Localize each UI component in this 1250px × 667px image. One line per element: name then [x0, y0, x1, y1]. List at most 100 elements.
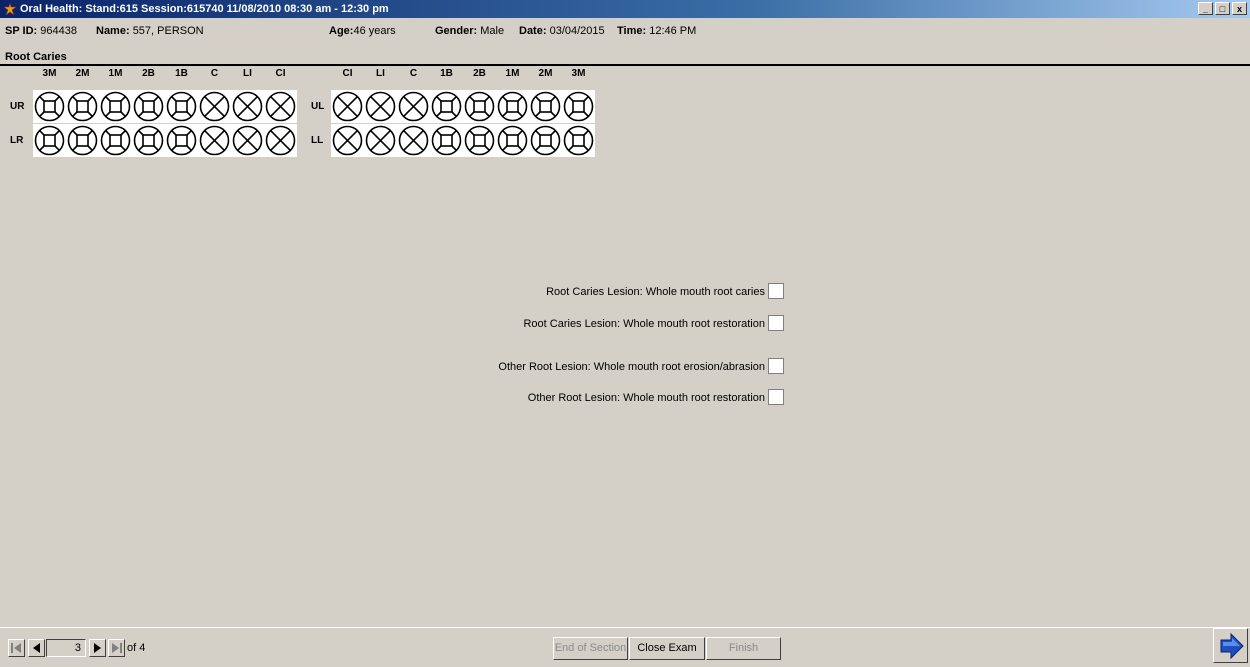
- missing-tooth-icon: [398, 91, 429, 122]
- tooth-ll-ci[interactable]: [331, 124, 364, 157]
- other-root-restoration-checkbox[interactable]: [768, 389, 784, 405]
- close-window-button[interactable]: x: [1232, 2, 1247, 15]
- last-page-icon: [112, 643, 122, 653]
- tooth-surface-icon: [530, 125, 561, 156]
- tooth-ul-c[interactable]: [397, 90, 430, 123]
- tooth-column-header: 1B: [440, 68, 453, 79]
- tooth-column-header: 1M: [505, 68, 520, 79]
- minimize-button[interactable]: _: [1198, 2, 1213, 15]
- whole-mouth-root-caries-label: Root Caries Lesion: Whole mouth root car…: [546, 286, 765, 298]
- tooth-ul-li[interactable]: [364, 90, 397, 123]
- tooth-surface-icon: [67, 125, 98, 156]
- tooth-column-header: 3M: [571, 68, 586, 79]
- participant-info-bar: SP ID: 964438 Name: 557, PERSON Age:46 y…: [0, 21, 1250, 41]
- window-title-bar: Oral Health: Stand:615 Session:615740 11…: [0, 0, 1250, 18]
- tooth-lr-ci[interactable]: [264, 124, 297, 157]
- tooth-surface-icon: [34, 125, 65, 156]
- tooth-lr-1m[interactable]: [99, 124, 132, 157]
- close-exam-button[interactable]: Close Exam: [629, 637, 705, 660]
- next-section-button[interactable]: [1213, 628, 1248, 663]
- tooth-ll-li[interactable]: [364, 124, 397, 157]
- tooth-ur-1m[interactable]: [99, 90, 132, 123]
- tooth-ul-1b[interactable]: [430, 90, 463, 123]
- tooth-surface-icon: [133, 125, 164, 156]
- tooth-lr-2m[interactable]: [66, 124, 99, 157]
- first-page-button[interactable]: [8, 639, 25, 657]
- tooth-ur-li[interactable]: [231, 90, 264, 123]
- tooth-ll-3m[interactable]: [562, 124, 595, 157]
- last-page-button[interactable]: [108, 639, 125, 657]
- maximize-button[interactable]: □: [1215, 2, 1230, 15]
- tooth-ur-ci[interactable]: [264, 90, 297, 123]
- next-page-button[interactable]: [89, 639, 106, 657]
- missing-tooth-icon: [199, 125, 230, 156]
- tooth-column-header: 2B: [142, 68, 155, 79]
- tooth-ur-2m[interactable]: [66, 90, 99, 123]
- app-icon: [3, 2, 17, 16]
- tooth-column-header: 1M: [108, 68, 123, 79]
- tooth-ur-3m[interactable]: [33, 90, 66, 123]
- end-of-section-button[interactable]: End of Section: [553, 637, 628, 660]
- tooth-surface-icon: [100, 125, 131, 156]
- name-value: 557, PERSON: [132, 25, 204, 37]
- previous-page-button[interactable]: [28, 639, 45, 657]
- time-label: Time:: [617, 25, 647, 37]
- sp-id-value: 964438: [40, 25, 77, 37]
- sp-id-info: SP ID: 964438: [5, 25, 77, 37]
- tooth-ul-2m[interactable]: [529, 90, 562, 123]
- tooth-lr-3m[interactable]: [33, 124, 66, 157]
- tooth-lr-li[interactable]: [231, 124, 264, 157]
- gender-info: Gender: Male: [435, 25, 504, 37]
- tooth-column-header: LI: [243, 68, 252, 79]
- missing-tooth-icon: [398, 125, 429, 156]
- missing-tooth-icon: [332, 91, 363, 122]
- row-label-lower-right: LR: [10, 135, 24, 146]
- tooth-ul-3m[interactable]: [562, 90, 595, 123]
- tooth-ll-1m[interactable]: [496, 124, 529, 157]
- tooth-ll-2b[interactable]: [463, 124, 496, 157]
- whole-mouth-root-restoration-checkbox[interactable]: [768, 315, 784, 331]
- tooth-surface-icon: [563, 125, 594, 156]
- next-page-icon: [94, 643, 101, 653]
- first-page-icon: [11, 643, 21, 653]
- gender-value: Male: [480, 25, 505, 37]
- tooth-lr-c[interactable]: [198, 124, 231, 157]
- tooth-column-header: 2M: [75, 68, 90, 79]
- tooth-surface-icon: [497, 91, 528, 122]
- tooth-ur-c[interactable]: [198, 90, 231, 123]
- tooth-ul-2b[interactable]: [463, 90, 496, 123]
- age-label: Age:: [329, 25, 354, 37]
- tooth-lr-2b[interactable]: [132, 124, 165, 157]
- finish-button[interactable]: Finish: [706, 637, 781, 660]
- whole-mouth-root-caries-checkbox[interactable]: [768, 283, 784, 299]
- whole-mouth-root-erosion-label: Other Root Lesion: Whole mouth root eros…: [498, 361, 765, 373]
- tooth-column-header: C: [409, 68, 418, 79]
- tooth-surface-icon: [431, 125, 462, 156]
- tooth-surface-icon: [464, 125, 495, 156]
- tooth-column-header: 2B: [473, 68, 486, 79]
- page-number-field[interactable]: 3: [46, 639, 86, 657]
- tooth-surface-icon: [34, 91, 65, 122]
- whole-mouth-root-restoration-label: Root Caries Lesion: Whole mouth root res…: [523, 318, 765, 330]
- tooth-ll-2m[interactable]: [529, 124, 562, 157]
- tooth-ll-c[interactable]: [397, 124, 430, 157]
- tooth-surface-icon: [431, 91, 462, 122]
- time-info: Time: 12:46 PM: [617, 25, 696, 37]
- missing-tooth-icon: [265, 125, 296, 156]
- tooth-surface-icon: [563, 91, 594, 122]
- tooth-surface-icon: [133, 91, 164, 122]
- tooth-ul-1m[interactable]: [496, 90, 529, 123]
- tooth-ur-2b[interactable]: [132, 90, 165, 123]
- name-info: Name: 557, PERSON: [96, 25, 204, 37]
- row-label-upper-left: UL: [311, 101, 325, 112]
- tooth-lr-1b[interactable]: [165, 124, 198, 157]
- missing-tooth-icon: [232, 125, 263, 156]
- whole-mouth-root-erosion-checkbox[interactable]: [768, 358, 784, 374]
- tooth-ul-ci[interactable]: [331, 90, 364, 123]
- date-info: Date: 03/04/2015: [519, 25, 605, 37]
- date-value: 03/04/2015: [549, 25, 605, 37]
- tooth-ll-1b[interactable]: [430, 124, 463, 157]
- tooth-ur-1b[interactable]: [165, 90, 198, 123]
- tooth-column-header: LI: [376, 68, 385, 79]
- gender-label: Gender:: [435, 25, 478, 37]
